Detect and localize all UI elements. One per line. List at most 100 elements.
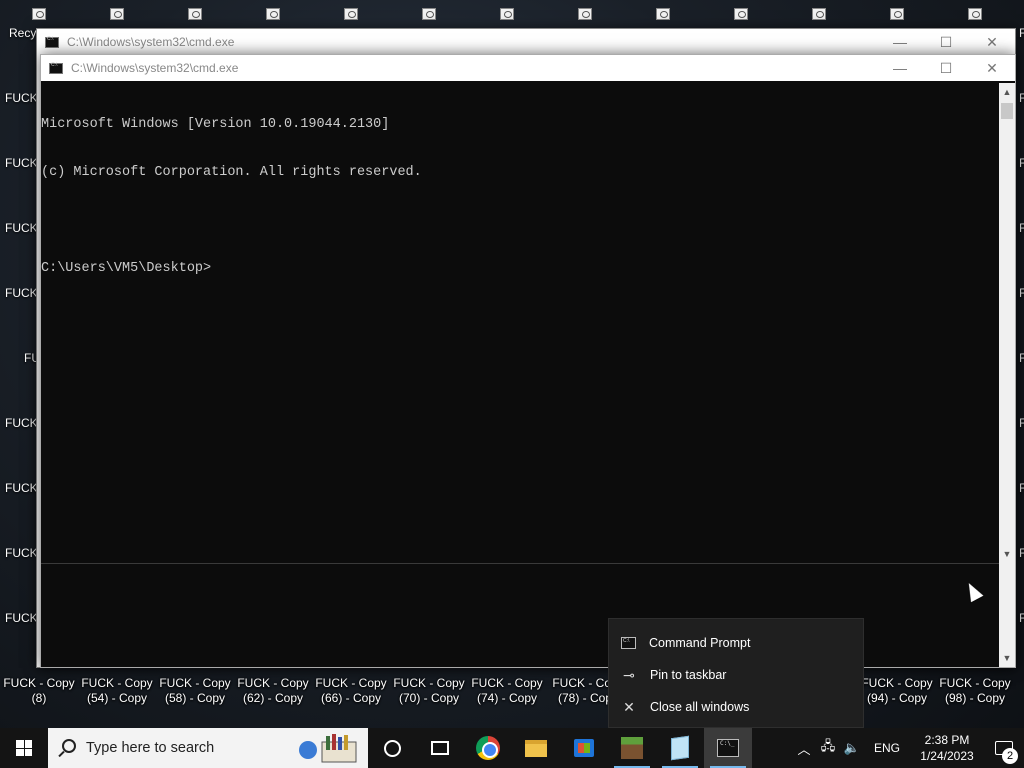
file-icon — [656, 8, 670, 20]
notification-count-badge: 2 — [1002, 748, 1018, 764]
desktop-file-label[interactable]: F — [1019, 26, 1024, 40]
minimize-button[interactable]: — — [877, 55, 923, 81]
close-icon: ✕ — [623, 698, 635, 715]
taskbar-app-minecraft[interactable] — [608, 728, 656, 768]
cmd-window-titlebar[interactable]: C:\Windows\system32\cmd.exe — ☐ ✕ — [41, 55, 1015, 81]
file-icon — [578, 8, 592, 20]
desktop-file-icon[interactable] — [627, 8, 699, 21]
console-line: Microsoft Windows [Version 10.0.19044.21… — [41, 117, 390, 132]
desktop-file-label[interactable]: F — [1019, 351, 1024, 365]
desktop-file-icon[interactable]: FUCK - Copy (98) - Copy — [939, 676, 1011, 706]
desktop-file-label[interactable]: F — [1019, 481, 1024, 495]
recycle-bin-label[interactable]: Recy — [9, 26, 36, 40]
desktop-file-label[interactable]: FUCK — [5, 221, 38, 235]
desktop-file-icon[interactable]: FUCK - Copy (62) - Copy — [237, 676, 309, 706]
desktop-file-icon[interactable]: FUCK - Copy (58) - Copy — [159, 676, 231, 706]
desktop-file-icon[interactable] — [1017, 8, 1024, 21]
file-icon — [266, 8, 280, 20]
desktop-file-icon[interactable] — [783, 8, 855, 21]
desktop-file-icon[interactable] — [237, 8, 309, 21]
file-icon — [500, 8, 514, 20]
desktop-file-icon[interactable] — [705, 8, 777, 21]
show-hidden-icons-chevron-up-icon[interactable]: ︿ — [792, 728, 816, 768]
task-view-button[interactable] — [416, 728, 464, 768]
cmd-window[interactable]: C:\Windows\system32\cmd.exe — ☐ ✕ Micros… — [40, 54, 1016, 668]
cmd-icon: C:\ — [621, 637, 636, 649]
desktop-file-icon[interactable] — [939, 8, 1011, 21]
desktop-file-label[interactable]: FUCK — [5, 481, 38, 495]
desktop-file-icon[interactable] — [549, 8, 621, 21]
taskbar-app-notepad[interactable] — [656, 728, 704, 768]
scrollbar-thumb[interactable] — [1001, 103, 1013, 119]
desktop-file-icon[interactable] — [861, 8, 933, 21]
action-center-button[interactable]: 2 — [984, 728, 1024, 768]
desktop-file-label[interactable]: F — [1019, 286, 1024, 300]
taskbar: Type here to search C:\_ ︿ 🖧 🔈 ENG 2:38 … — [0, 728, 1024, 768]
jumplist-item-pin-to-taskbar[interactable]: ⊸ Pin to taskbar — [609, 659, 863, 691]
desktop-file-icon[interactable]: FUCK - Copy (94) - Copy — [861, 676, 933, 706]
desktop-file-label[interactable]: FUCK — [5, 91, 38, 105]
desktop-file-icon[interactable]: FUCK - Copy (74) - Copy — [471, 676, 543, 706]
console-prompt[interactable]: C:\Users\VM5\Desktop> — [41, 261, 999, 277]
taskbar-app-file-explorer[interactable] — [512, 728, 560, 768]
desktop-file-icon[interactable]: FUCK - Copy (66) - Copy — [315, 676, 387, 706]
desktop-file-label: (94) - Copy — [866, 691, 928, 705]
start-button[interactable] — [0, 728, 48, 768]
taskbar-search-box[interactable]: Type here to search — [48, 728, 368, 768]
taskbar-app-microsoft-store[interactable] — [560, 728, 608, 768]
desktop-file-icon[interactable] — [393, 8, 465, 21]
close-button[interactable]: ✕ — [969, 29, 1015, 55]
desktop-file-label[interactable]: FUCK — [5, 416, 38, 430]
taskbar-app-chrome[interactable] — [464, 728, 512, 768]
desktop-file-label: (74) - Copy — [476, 691, 538, 705]
desktop-file-label[interactable]: FUCK — [5, 546, 38, 560]
jumplist-item-close-all-windows[interactable]: ✕ Close all windows — [609, 691, 863, 723]
scroll-down-icon[interactable]: ▼ — [999, 651, 1015, 665]
desktop-file-label[interactable]: F — [1019, 91, 1024, 105]
scroll-up-icon[interactable]: ▲ — [999, 85, 1015, 99]
input-language[interactable]: ENG — [864, 741, 910, 755]
network-icon[interactable]: 🖧 — [816, 728, 840, 768]
cmd-window-background-titlebar[interactable]: C:\Windows\system32\cmd.exe — ☐ ✕ — [37, 29, 1015, 55]
desktop-file-icon[interactable]: FUCK - Copy (54) - Copy — [81, 676, 153, 706]
cmd-icon — [45, 36, 59, 48]
desktop-file-icon[interactable]: FUCK - Copy (8) — [3, 676, 75, 706]
desktop-file-label[interactable]: F — [1019, 611, 1024, 625]
notepad-icon — [671, 735, 689, 761]
jumplist-item-label: Close all windows — [650, 700, 750, 714]
maximize-button[interactable]: ☐ — [923, 29, 969, 55]
scroll-down-icon[interactable]: ▼ — [999, 547, 1015, 561]
desktop-file-icon[interactable]: FUCK - Copy (70) - Copy — [393, 676, 465, 706]
volume-icon[interactable]: 🔈 — [840, 728, 864, 768]
vertical-scrollbar[interactable]: ▲ ▼ ▼ — [999, 83, 1015, 667]
clock[interactable]: 2:38 PM 1/24/2023 — [910, 732, 984, 764]
desktop-file-label: (62) - Copy — [242, 691, 304, 705]
console-output[interactable]: Microsoft Windows [Version 10.0.19044.21… — [41, 83, 999, 667]
minimize-button[interactable]: — — [877, 29, 923, 55]
cortana-button[interactable] — [368, 728, 416, 768]
desktop-file-label[interactable]: F — [1019, 416, 1024, 430]
desktop-file-label[interactable]: FUCK — [5, 156, 38, 170]
file-icon — [344, 8, 358, 20]
desktop-file-label[interactable]: F — [1019, 546, 1024, 560]
desktop-file-label[interactable]: FUCK — [5, 611, 38, 625]
desktop-file-icon[interactable] — [81, 8, 153, 21]
file-icon — [890, 8, 904, 20]
desktop-file-icon[interactable] — [471, 8, 543, 21]
recycle-bin-glyph-icon — [32, 8, 46, 20]
recycle-bin-icon[interactable] — [3, 8, 75, 21]
desktop-file-label: FUCK - Copy — [159, 676, 231, 690]
desktop-file-label[interactable]: FUCK — [5, 286, 38, 300]
jumplist-item-command-prompt[interactable]: C:\ Command Prompt — [609, 627, 863, 659]
desktop-file-label: FUCK - Copy — [3, 676, 75, 690]
desktop-file-label[interactable]: F — [1019, 221, 1024, 235]
desktop-file-icon[interactable] — [159, 8, 231, 21]
file-icon — [188, 8, 202, 20]
desktop-file-label[interactable]: F — [1019, 156, 1024, 170]
desktop-file-icon[interactable] — [315, 8, 387, 21]
maximize-button[interactable]: ☐ — [923, 55, 969, 81]
close-button[interactable]: ✕ — [969, 55, 1015, 81]
window-title: C:\Windows\system32\cmd.exe — [71, 61, 239, 75]
file-icon — [734, 8, 748, 20]
taskbar-app-command-prompt[interactable]: C:\_ — [704, 728, 752, 768]
